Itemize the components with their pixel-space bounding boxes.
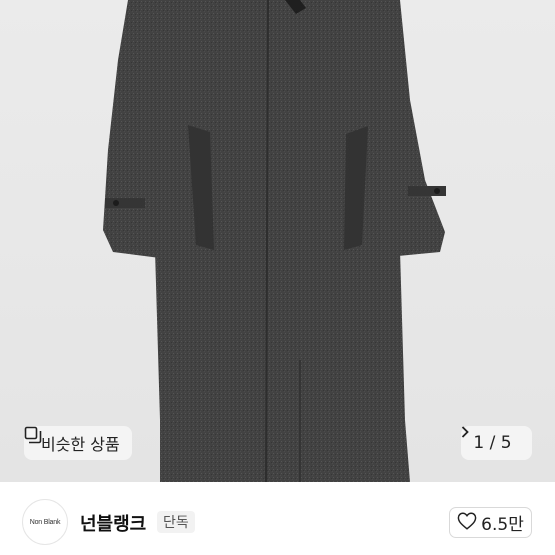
similar-items-label: 비슷한 상품 — [41, 435, 120, 454]
coat-illustration — [103, 0, 446, 482]
heart-icon — [457, 511, 477, 534]
seller-avatar[interactable]: Non Blank — [22, 499, 68, 545]
like-button[interactable]: 6.5만 — [449, 507, 532, 538]
image-pager-button[interactable]: 1 / 5 — [461, 426, 532, 460]
like-count: 6.5만 — [481, 515, 524, 535]
exclusive-badge: 단독 — [157, 511, 195, 533]
image-pager-text: 1 / 5 — [473, 433, 512, 453]
product-image[interactable]: 비슷한 상품 1 / 5 — [0, 0, 555, 482]
similar-items-button[interactable]: 비슷한 상품 — [24, 426, 132, 460]
seller-avatar-logo: Non Blank — [29, 518, 61, 526]
seller-name[interactable]: 넌블랭크 — [80, 510, 146, 536]
